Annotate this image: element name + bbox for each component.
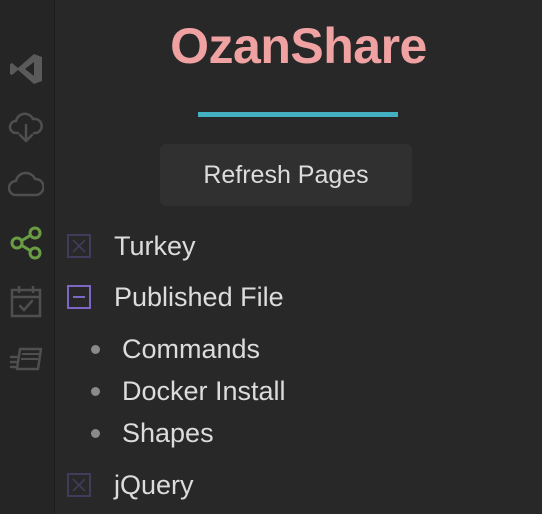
expand-toggle-icon[interactable] bbox=[67, 285, 91, 309]
calendar-check-icon[interactable] bbox=[7, 282, 45, 320]
tree-item-published-file[interactable]: Published File bbox=[55, 277, 284, 317]
cloud-icon[interactable] bbox=[7, 166, 45, 204]
list-item-label: Docker Install bbox=[122, 375, 286, 406]
tree-item-turkey[interactable]: Turkey bbox=[55, 226, 196, 266]
bullet-icon bbox=[91, 386, 100, 396]
tree-item-label: jQuery bbox=[114, 469, 194, 500]
bullet-icon bbox=[91, 428, 100, 438]
list-item-docker-install[interactable]: Docker Install bbox=[55, 371, 286, 411]
share-panel: OzanShare Refresh Pages Turkey Published… bbox=[55, 0, 542, 514]
share-icon[interactable] bbox=[7, 224, 45, 262]
cards-stack-icon[interactable] bbox=[7, 340, 45, 378]
collapse-toggle-icon[interactable] bbox=[67, 234, 91, 258]
tree-item-label: Turkey bbox=[114, 230, 196, 261]
list-item-shapes[interactable]: Shapes bbox=[55, 413, 214, 453]
bullet-icon bbox=[91, 344, 100, 354]
title-underline bbox=[198, 112, 398, 117]
list-item-commands[interactable]: Commands bbox=[55, 329, 260, 369]
list-item-label: Shapes bbox=[122, 417, 214, 448]
list-item-label: Commands bbox=[122, 333, 261, 364]
activity-bar bbox=[0, 0, 55, 514]
vscode-logo-icon[interactable] bbox=[7, 50, 45, 88]
refresh-pages-button[interactable]: Refresh Pages bbox=[160, 144, 412, 206]
page-title: OzanShare bbox=[170, 18, 427, 74]
cloud-download-icon[interactable] bbox=[7, 108, 45, 146]
collapse-toggle-icon[interactable] bbox=[67, 473, 91, 497]
tree-item-jquery[interactable]: jQuery bbox=[55, 465, 194, 505]
tree-item-label: Published File bbox=[114, 281, 284, 312]
